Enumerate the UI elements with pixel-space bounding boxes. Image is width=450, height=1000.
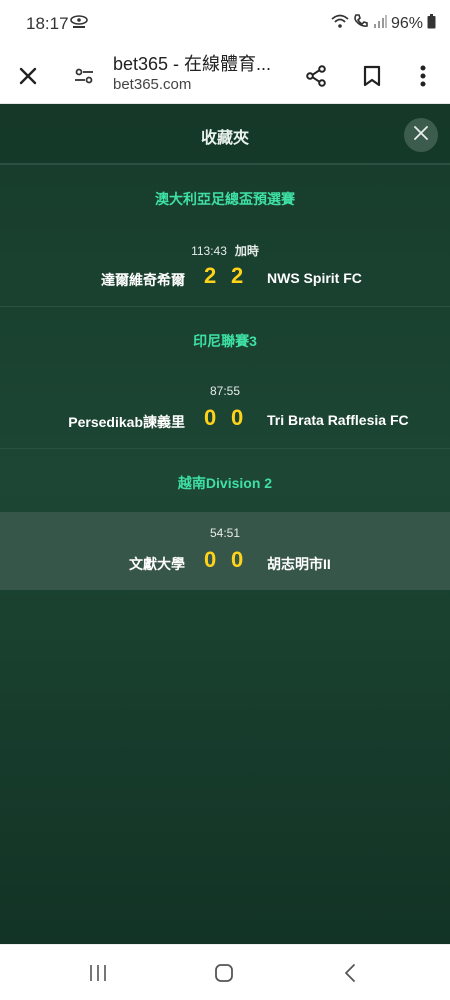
call-icon <box>353 13 369 34</box>
status-icons: 96% <box>331 13 436 34</box>
battery-percent: 96% <box>390 14 423 32</box>
signal-icon <box>373 14 387 33</box>
away-team: Tri Brata Rafflesia FC <box>267 412 409 428</box>
page-title[interactable]: bet365 - 在線體育... <box>113 50 293 76</box>
away-score: 2 <box>231 263 244 288</box>
page-domain[interactable]: bet365.com <box>113 76 191 93</box>
back-icon[interactable] <box>336 959 364 987</box>
home-team: 文獻大學 <box>129 556 185 572</box>
match-clock: 113:43 加時 <box>0 242 450 259</box>
tune-icon[interactable] <box>64 56 104 96</box>
home-icon[interactable] <box>210 959 238 987</box>
match-clock: 54:51 <box>0 526 450 540</box>
league-name: 澳大利亞足總盃預選賽 <box>155 191 295 207</box>
status-time: 18:17 <box>26 14 69 33</box>
home-team: 達爾維奇希爾 <box>101 272 185 288</box>
home-score: 0 <box>204 547 217 572</box>
league-header[interactable]: 越南Division 2 <box>0 448 450 512</box>
match-row[interactable]: 113:43 加時 達爾維奇希爾 2 2 NWS Spirit FC <box>0 228 450 306</box>
league-header[interactable]: 澳大利亞足總盃預選賽 <box>0 164 450 228</box>
extra-time-label: 加時 <box>234 244 259 258</box>
bookmark-icon[interactable] <box>352 56 392 96</box>
home-team: Persedikab諫義里 <box>68 414 185 430</box>
recent-apps-icon[interactable] <box>84 959 112 987</box>
more-icon[interactable] <box>403 56 443 96</box>
league-name: 印尼聯賽3 <box>193 333 257 349</box>
close-icon <box>414 125 428 145</box>
status-bar: 18:17 96% <box>0 0 450 48</box>
home-score: 2 <box>204 263 217 288</box>
share-icon[interactable] <box>296 56 336 96</box>
notification-icon <box>70 15 88 29</box>
away-team: 胡志明市II <box>267 556 331 572</box>
close-icon[interactable] <box>8 56 48 96</box>
away-score: 0 <box>231 547 244 572</box>
home-score: 0 <box>204 405 217 430</box>
away-team: NWS Spirit FC <box>267 270 362 286</box>
match-time: 113:43 <box>191 244 227 258</box>
favorites-panel: 收藏夾 澳大利亞足總盃預選賽 113:43 加時 達爾維奇希爾 2 2 NWS S… <box>0 104 450 944</box>
wifi-icon <box>331 14 349 33</box>
away-score: 0 <box>231 405 244 430</box>
match-time: 87:55 <box>209 384 241 398</box>
match-clock: 87:55 <box>0 384 450 398</box>
match-time: 54:51 <box>209 526 241 540</box>
system-nav-bar <box>0 944 450 1000</box>
browser-toolbar: bet365 - 在線體育... bet365.com <box>0 48 450 104</box>
match-row[interactable]: 54:51 文獻大學 0 0 胡志明市II <box>0 512 450 590</box>
league-name: 越南Division 2 <box>177 475 273 491</box>
league-header[interactable]: 印尼聯賽3 <box>0 306 450 370</box>
close-button[interactable] <box>404 118 438 152</box>
match-row[interactable]: 87:55 Persedikab諫義里 0 0 Tri Brata Raffle… <box>0 370 450 448</box>
battery-icon <box>427 13 436 34</box>
panel-title: 收藏夾 <box>200 130 249 147</box>
panel-header: 收藏夾 <box>0 104 450 164</box>
